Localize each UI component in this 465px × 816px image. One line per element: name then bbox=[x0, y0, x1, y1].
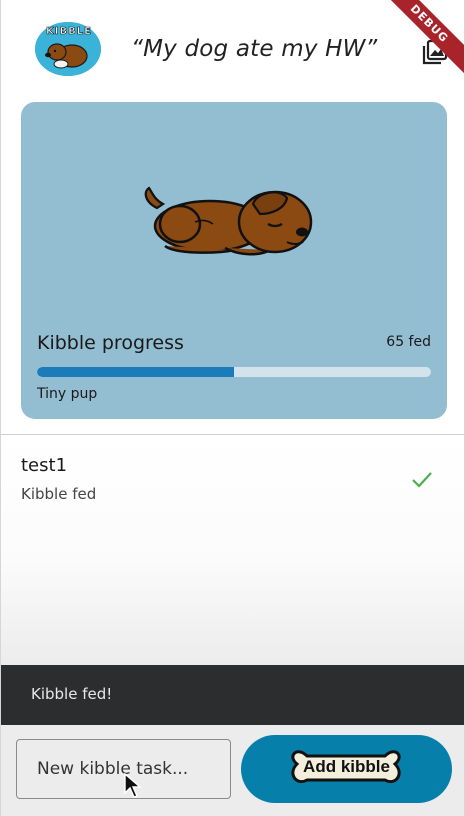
kibble-progress-card: Kibble progress 65 fed Tiny pup bbox=[21, 102, 447, 419]
sleeping-dog-illustration bbox=[144, 186, 313, 256]
add-kibble-label: Add kibble bbox=[303, 757, 390, 776]
progress-count: 65 fed bbox=[386, 334, 431, 350]
task-title: test1 bbox=[21, 455, 68, 476]
snackbar: Kibble fed! bbox=[1, 665, 464, 725]
composer-bar: Add kibble bbox=[1, 725, 464, 816]
progress-bar bbox=[37, 367, 431, 377]
progress-label: Kibble progress bbox=[37, 332, 184, 354]
list-item[interactable]: test1 Kibble fed bbox=[1, 453, 464, 513]
app-screen: KIBBLE “My dog ate my HW” DEBUG Kibble p… bbox=[0, 0, 465, 816]
progress-level-label: Tiny pup bbox=[37, 386, 98, 402]
app-bar: KIBBLE “My dog ate my HW” DEBUG bbox=[1, 0, 464, 100]
add-kibble-button[interactable]: Add kibble bbox=[241, 735, 452, 803]
check-icon bbox=[412, 472, 432, 488]
debug-banner: DEBUG bbox=[368, 0, 464, 85]
task-status: Kibble fed bbox=[21, 485, 97, 503]
page-title: “My dog ate my HW” bbox=[131, 36, 378, 62]
snackbar-message: Kibble fed! bbox=[31, 685, 113, 703]
task-list: test1 Kibble fed bbox=[1, 435, 464, 665]
logo-text: KIBBLE bbox=[46, 26, 92, 38]
progress-bar-fill bbox=[37, 367, 234, 377]
mouse-cursor-icon bbox=[124, 773, 141, 798]
